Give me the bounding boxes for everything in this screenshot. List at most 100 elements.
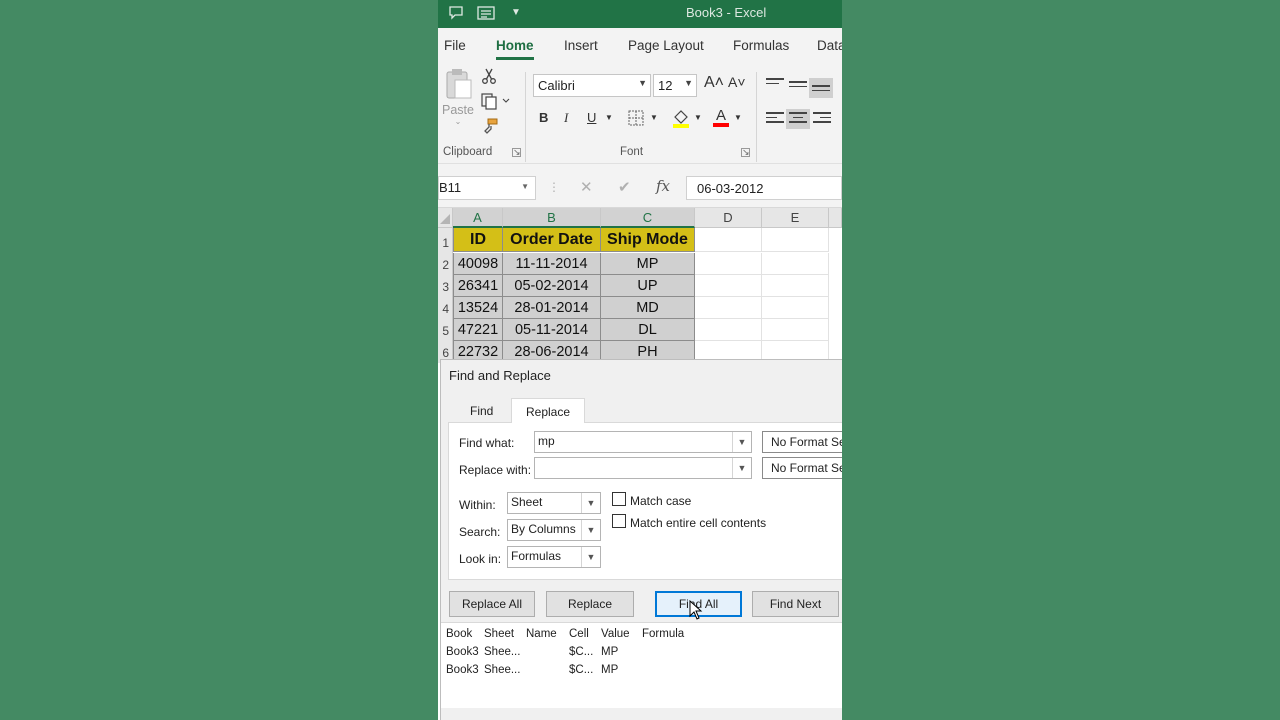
find-format-button[interactable]: No Format Set xyxy=(762,431,842,453)
chevron-down-icon[interactable]: ▼ xyxy=(732,432,751,452)
italic-button[interactable]: I xyxy=(564,110,568,126)
customize-toolbar-icon[interactable]: ▼ xyxy=(511,7,521,18)
align-right-icon[interactable] xyxy=(813,112,831,126)
font-color-button[interactable]: A xyxy=(713,108,729,127)
tab-find[interactable]: Find xyxy=(456,398,507,422)
underline-dropdown-icon[interactable]: ▼ xyxy=(605,113,613,122)
form-icon[interactable] xyxy=(477,5,495,24)
find-next-button[interactable]: Find Next xyxy=(752,591,839,617)
tab-file[interactable]: File xyxy=(444,38,466,53)
clipboard-launcher-icon[interactable]: ↘ xyxy=(512,148,521,157)
format-painter-icon[interactable] xyxy=(482,118,498,137)
cell-e2[interactable] xyxy=(762,253,829,275)
formula-input[interactable]: 06-03-2012 xyxy=(686,176,842,200)
lookin-select[interactable]: Formulas ▼ xyxy=(507,546,601,568)
cell-e1[interactable] xyxy=(762,228,829,252)
cell-c2[interactable]: MP xyxy=(601,253,695,275)
align-center-icon[interactable] xyxy=(786,109,810,129)
grow-font-button[interactable]: A˄ xyxy=(704,74,724,92)
tab-home[interactable]: Home xyxy=(496,38,534,60)
results-col-name[interactable]: Name xyxy=(526,628,557,640)
result-row-sheet[interactable]: Shee... xyxy=(484,664,520,676)
cell-e5[interactable] xyxy=(762,319,829,341)
tab-replace[interactable]: Replace xyxy=(511,398,586,423)
replace-button[interactable]: Replace xyxy=(546,591,634,617)
font-name-select[interactable]: Calibri ▼ xyxy=(533,74,651,97)
enter-icon[interactable]: ✔ xyxy=(618,178,631,196)
fill-color-icon[interactable] xyxy=(672,108,690,131)
row-header-4[interactable]: 4 xyxy=(438,297,453,319)
column-header-c[interactable]: C xyxy=(601,208,695,228)
row-header-2[interactable]: 2 xyxy=(438,253,453,275)
align-top-icon[interactable] xyxy=(766,78,784,92)
align-left-icon[interactable] xyxy=(766,112,784,126)
tab-formulas[interactable]: Formulas xyxy=(733,38,789,53)
results-col-value[interactable]: Value xyxy=(601,628,630,640)
cancel-icon[interactable]: ✕ xyxy=(580,178,593,196)
paste-button[interactable]: Paste ⌄ xyxy=(442,68,474,126)
column-header-b[interactable]: B xyxy=(503,208,601,228)
copy-icon[interactable] xyxy=(480,92,510,113)
row-header-5[interactable]: 5 xyxy=(438,319,453,341)
result-row-value[interactable]: MP xyxy=(601,664,618,676)
cell-b5[interactable]: 05-11-2014 xyxy=(503,319,601,341)
column-header-f[interactable] xyxy=(829,208,842,228)
fill-color-dropdown-icon[interactable]: ▼ xyxy=(694,113,702,122)
results-col-book[interactable]: Book xyxy=(446,628,472,640)
cell-a5[interactable]: 47221 xyxy=(453,319,503,341)
align-middle-icon[interactable] xyxy=(789,81,807,95)
touch-mode-icon[interactable] xyxy=(448,5,464,24)
align-bottom-icon[interactable] xyxy=(809,78,833,98)
tab-page-layout[interactable]: Page Layout xyxy=(628,38,704,53)
shrink-font-button[interactable]: A˅ xyxy=(728,74,746,90)
cell-b3[interactable]: 05-02-2014 xyxy=(503,275,601,297)
match-entire-checkbox[interactable] xyxy=(612,514,626,528)
tab-data[interactable]: Data xyxy=(817,38,842,53)
borders-icon[interactable] xyxy=(628,110,644,129)
cell-d3[interactable] xyxy=(695,275,762,297)
cell-d5[interactable] xyxy=(695,319,762,341)
font-launcher-icon[interactable]: ↘ xyxy=(741,148,750,157)
cell-a3[interactable]: 26341 xyxy=(453,275,503,297)
row-header-1[interactable]: 1 xyxy=(438,228,453,253)
results-col-sheet[interactable]: Sheet xyxy=(484,628,514,640)
result-row-value[interactable]: MP xyxy=(601,646,618,658)
font-color-dropdown-icon[interactable]: ▼ xyxy=(734,113,742,122)
search-select[interactable]: By Columns ▼ xyxy=(507,519,601,541)
match-case-checkbox[interactable] xyxy=(612,492,626,506)
find-what-input[interactable]: mp ▼ xyxy=(534,431,752,453)
results-col-cell[interactable]: Cell xyxy=(569,628,589,640)
row-header-3[interactable]: 3 xyxy=(438,275,453,297)
cell-d4[interactable] xyxy=(695,297,762,319)
result-row-cell[interactable]: $C... xyxy=(569,646,593,658)
replace-all-button[interactable]: Replace All xyxy=(449,591,535,617)
result-row-book[interactable]: Book3 xyxy=(446,646,479,658)
tab-insert[interactable]: Insert xyxy=(564,38,598,53)
cell-e3[interactable] xyxy=(762,275,829,297)
underline-button[interactable]: U xyxy=(587,110,596,125)
cell-b2[interactable]: 11-11-2014 xyxy=(503,253,601,275)
font-size-select[interactable]: 12 ▼ xyxy=(653,74,697,97)
select-all-corner[interactable] xyxy=(438,208,453,228)
cell-c3[interactable]: UP xyxy=(601,275,695,297)
result-row-cell[interactable]: $C... xyxy=(569,664,593,676)
column-header-d[interactable]: D xyxy=(695,208,762,228)
cell-b1[interactable]: Order Date xyxy=(503,228,601,252)
cell-e4[interactable] xyxy=(762,297,829,319)
cell-c4[interactable]: MD xyxy=(601,297,695,319)
replace-with-input[interactable]: ▼ xyxy=(534,457,752,479)
cell-d1[interactable] xyxy=(695,228,762,252)
chevron-down-icon[interactable]: ▼ xyxy=(732,458,751,478)
cut-icon[interactable] xyxy=(482,68,496,87)
cell-a1[interactable]: ID xyxy=(453,228,503,252)
cell-b4[interactable]: 28-01-2014 xyxy=(503,297,601,319)
borders-dropdown-icon[interactable]: ▼ xyxy=(650,113,658,122)
cell-a4[interactable]: 13524 xyxy=(453,297,503,319)
column-header-a[interactable]: A xyxy=(453,208,503,228)
result-row-sheet[interactable]: Shee... xyxy=(484,646,520,658)
within-select[interactable]: Sheet ▼ xyxy=(507,492,601,514)
cell-a2[interactable]: 40098 xyxy=(453,253,503,275)
column-header-e[interactable]: E xyxy=(762,208,829,228)
cell-d2[interactable] xyxy=(695,253,762,275)
name-box[interactable]: B11 ▼ xyxy=(438,176,536,200)
